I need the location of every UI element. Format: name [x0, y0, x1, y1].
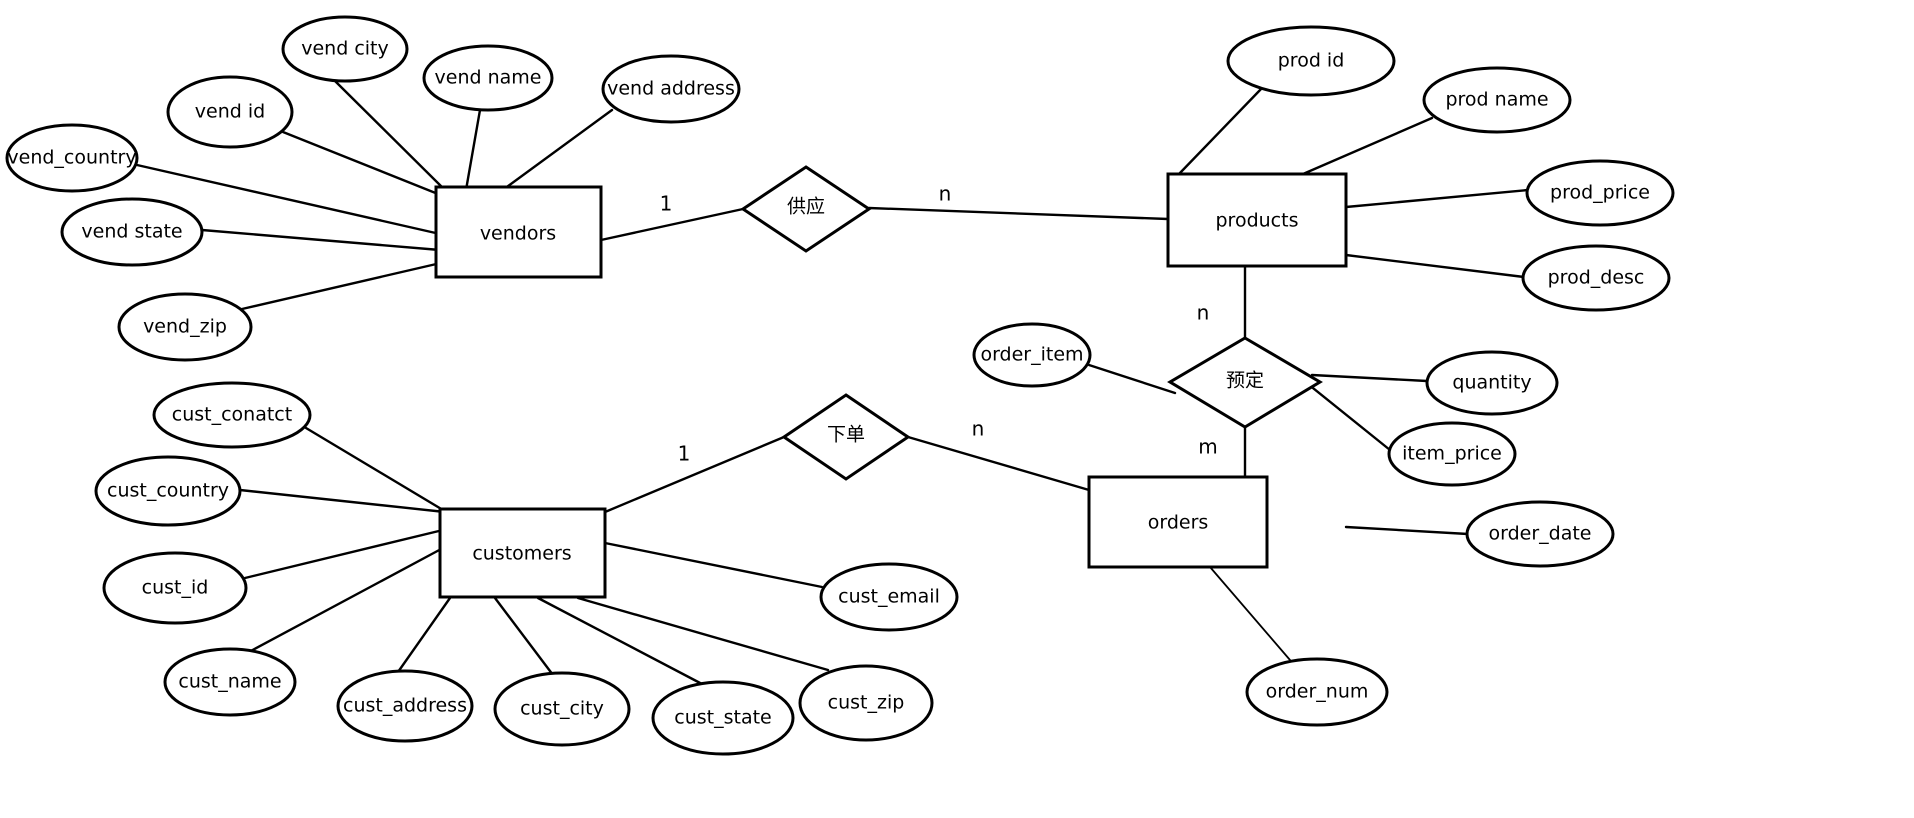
attribute-quantity[interactable]: quantity — [1425, 350, 1559, 416]
edge-customers-cust_email — [603, 541, 824, 589]
edge-placeorder-orders — [906, 435, 1091, 492]
edge-customers-cust_city — [493, 596, 555, 677]
cardinality-placeorder-orders: n — [972, 417, 985, 441]
attribute-item_price[interactable]: item_price — [1387, 421, 1517, 487]
er-diagram-canvas: vendors products customers orders 供应 下单 … — [0, 0, 1914, 818]
attribute-vend_state-label: vend state — [81, 221, 182, 243]
relationship-supply-label: 供应 — [787, 196, 825, 218]
attribute-cust_conatct-label: cust_conatct — [172, 404, 292, 426]
attribute-order_item[interactable]: order_item — [972, 322, 1092, 388]
attribute-cust_id-label: cust_id — [142, 577, 209, 599]
cardinality-reserve-orders: m — [1198, 435, 1217, 459]
attribute-prod_name[interactable]: prod name — [1422, 66, 1572, 134]
attribute-prod_id-label: prod id — [1278, 50, 1345, 72]
cardinality-vendors-supply: 1 — [660, 192, 673, 216]
attribute-cust_country-label: cust_country — [107, 480, 229, 502]
attribute-cust_city[interactable]: cust_city — [493, 671, 631, 747]
relationship-placeorder[interactable]: 下单 — [781, 393, 911, 481]
edge-customers-cust_conatct — [304, 426, 445, 512]
attribute-vend_name-label: vend name — [435, 67, 542, 89]
attribute-cust_name[interactable]: cust_name — [163, 647, 297, 717]
edge-customers-cust_zip — [576, 596, 830, 672]
entity-vendors-label: vendors — [480, 223, 556, 245]
edge-customers-cust_address — [396, 596, 452, 674]
entity-customers-label: customers — [472, 543, 571, 565]
edge-products-prod_desc — [1344, 253, 1526, 279]
attribute-order_num-label: order_num — [1266, 681, 1369, 703]
edge-orders-order_date — [1344, 525, 1470, 536]
attribute-prod_id[interactable]: prod id — [1226, 25, 1396, 97]
cardinality-supply-products: n — [939, 182, 952, 206]
edge-reserve-order_item — [1087, 363, 1177, 395]
edge-customers-cust_name — [245, 546, 445, 655]
edge-products-prod_id — [1177, 86, 1264, 176]
entity-products[interactable]: products — [1166, 172, 1348, 268]
attribute-vend_zip[interactable]: vend_zip — [117, 292, 253, 362]
edge-products-prod_name — [1301, 116, 1434, 176]
attribute-cust_email[interactable]: cust_email — [819, 562, 959, 632]
attribute-prod_price[interactable]: prod_price — [1525, 159, 1675, 227]
entity-orders-label: orders — [1148, 512, 1209, 534]
attribute-cust_state-label: cust_state — [674, 707, 771, 729]
edge-orders-order_num — [1209, 566, 1291, 661]
attribute-vend_country-label: vend_country — [7, 147, 136, 169]
attribute-vend_name[interactable]: vend name — [422, 44, 554, 112]
attribute-cust_city-label: cust_city — [520, 698, 604, 720]
attribute-cust_zip-label: cust_zip — [828, 692, 905, 714]
attribute-cust_email-label: cust_email — [838, 586, 940, 608]
edge-vendors-vend_city — [333, 79, 452, 197]
attribute-prod_name-label: prod name — [1445, 89, 1548, 111]
entity-customers[interactable]: customers — [438, 507, 607, 599]
cardinality-customers-placeorder: 1 — [678, 442, 691, 466]
edge-vendors-vend_id — [281, 130, 450, 200]
attribute-vend_id[interactable]: vend id — [166, 75, 294, 149]
attribute-vend_state[interactable]: vend state — [60, 197, 204, 267]
relationship-placeorder-label: 下单 — [827, 424, 865, 446]
relationship-reserve[interactable]: 预定 — [1167, 336, 1323, 429]
attribute-vend_id-label: vend id — [195, 101, 265, 123]
attribute-prod_price-label: prod_price — [1550, 182, 1650, 204]
cardinality-products-reserve: n — [1197, 301, 1210, 325]
attribute-layer: vend_country vend id vend city vend name… — [5, 15, 1675, 756]
attribute-cust_country[interactable]: cust_country — [94, 455, 242, 527]
attribute-vend_city-label: vend city — [301, 38, 389, 60]
attribute-cust_conatct[interactable]: cust_conatct — [152, 381, 312, 449]
attribute-order_date[interactable]: order_date — [1465, 500, 1615, 568]
cardinality-layer: 1 n n m 1 n — [660, 182, 1218, 466]
edge-vendors-vend_address — [498, 108, 614, 194]
attribute-cust_name-label: cust_name — [178, 671, 281, 693]
attribute-order_num[interactable]: order_num — [1245, 657, 1389, 727]
attribute-prod_desc[interactable]: prod_desc — [1521, 244, 1671, 312]
attribute-order_date-label: order_date — [1488, 523, 1591, 545]
relationship-supply[interactable]: 供应 — [740, 165, 872, 253]
edge-supply-products — [867, 206, 1170, 221]
edge-products-prod_price — [1344, 188, 1530, 209]
attribute-cust_zip[interactable]: cust_zip — [798, 664, 934, 742]
attribute-vend_address-label: vend address — [607, 78, 735, 100]
edge-vendors-vend_zip — [240, 260, 447, 311]
attribute-item_price-label: item_price — [1402, 443, 1502, 465]
entity-vendors[interactable]: vendors — [434, 185, 603, 279]
attribute-prod_desc-label: prod_desc — [1548, 267, 1645, 289]
edge-vendors-vend_state — [200, 228, 442, 252]
attribute-vend_zip-label: vend_zip — [143, 316, 227, 338]
attribute-cust_address-label: cust_address — [343, 695, 467, 717]
attribute-cust_id[interactable]: cust_id — [102, 551, 248, 625]
attribute-cust_address[interactable]: cust_address — [336, 669, 474, 743]
entity-orders[interactable]: orders — [1087, 475, 1269, 569]
relationship-reserve-label: 预定 — [1226, 370, 1264, 392]
attribute-vend_address[interactable]: vend address — [601, 54, 741, 124]
attribute-cust_state[interactable]: cust_state — [651, 680, 795, 756]
edge-vendors-vend_name — [464, 108, 482, 192]
entity-products-label: products — [1216, 210, 1299, 232]
attribute-vend_country[interactable]: vend_country — [5, 123, 139, 193]
edge-customers-cust_id — [243, 528, 445, 580]
attribute-vend_city[interactable]: vend city — [281, 15, 409, 83]
edge-reserve-quantity — [1310, 373, 1429, 383]
attribute-quantity-label: quantity — [1452, 372, 1531, 394]
edge-customers-placeorder — [603, 435, 786, 514]
attribute-order_item-label: order_item — [980, 344, 1083, 366]
